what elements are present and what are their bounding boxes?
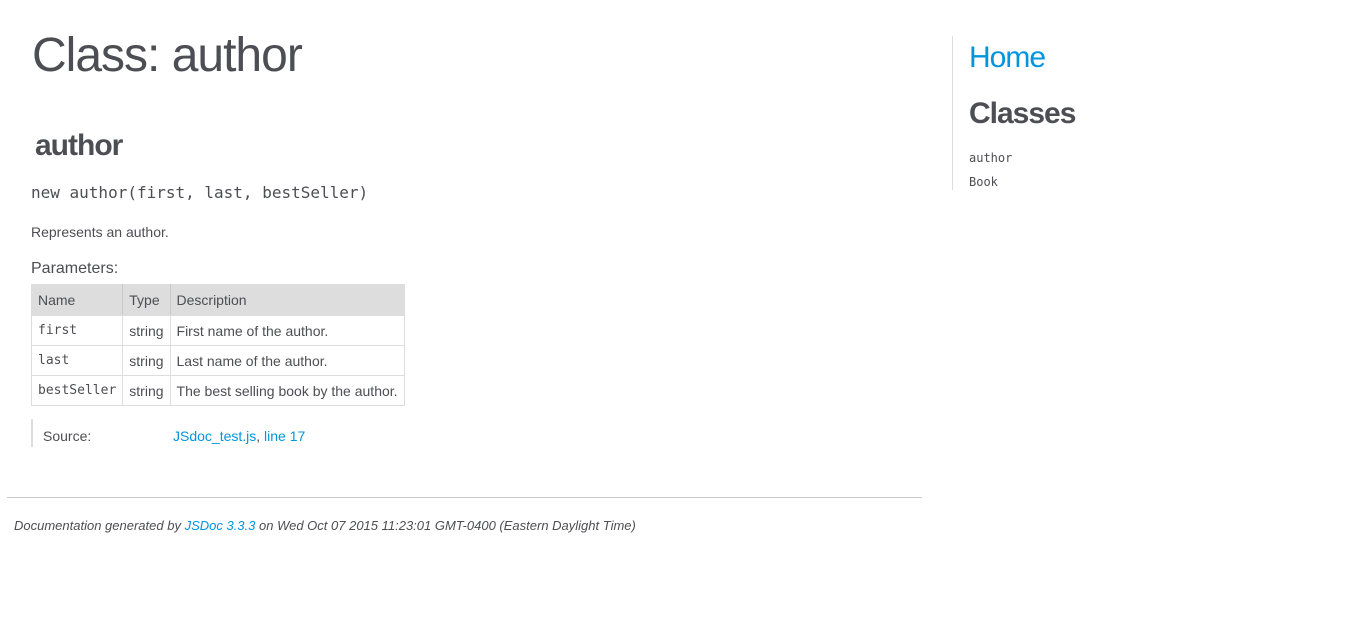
classes-heading: Classes [969,97,1076,130]
classes-list: author Book [969,146,1012,194]
nav-item-author[interactable]: author [969,146,1012,170]
table-row: last string Last name of the author. [30,345,405,376]
source-label: Source: [43,428,92,444]
param-name: last [30,345,124,376]
home-link[interactable]: Home [969,36,1046,80]
source-value: JSdoc_test.js, line 17 [173,419,305,453]
source-file-link[interactable]: JSdoc_test.js [173,428,256,444]
source-line-link[interactable]: line 17 [264,428,305,444]
table-row: first string First name of the author. [30,315,405,346]
page-title: Class: author [32,29,303,82]
param-name: first [30,315,124,346]
param-type: string [122,375,171,406]
parameters-heading: Parameters: [31,260,119,277]
param-description: Last name of the author. [169,345,405,376]
column-header-description: Description [169,284,405,316]
sidebar-nav: Home Classes author Book [952,36,1333,190]
class-description: Represents an author. [31,224,169,240]
param-type: string [122,315,171,346]
footer-divider [7,497,922,498]
class-name-heading: author [35,129,123,162]
jsdoc-link[interactable]: JSDoc 3.3.3 [185,518,256,533]
param-description: First name of the author. [169,315,405,346]
param-description: The best selling book by the author. [169,375,405,406]
param-name: bestSeller [30,375,124,406]
column-header-name: Name [30,284,124,316]
footer-suffix: on Wed Oct 07 2015 11:23:01 GMT-0400 (Ea… [255,518,636,533]
footer-prefix: Documentation generated by [14,518,185,533]
table-row: bestSeller string The best selling book … [30,375,405,406]
constructor-signature: new author(first, last, bestSeller) [31,183,369,202]
source-separator: , [256,428,265,444]
nav-item-book[interactable]: Book [969,170,1012,194]
column-header-type: Type [122,284,171,316]
table-header-row: Name Type Description [30,284,405,316]
footer: Documentation generated by JSDoc 3.3.3 o… [14,517,636,535]
source-details: Source: JSdoc_test.js, line 17 [31,419,305,447]
parameters-table: Name Type Description first string First… [30,284,405,406]
param-type: string [122,345,171,376]
